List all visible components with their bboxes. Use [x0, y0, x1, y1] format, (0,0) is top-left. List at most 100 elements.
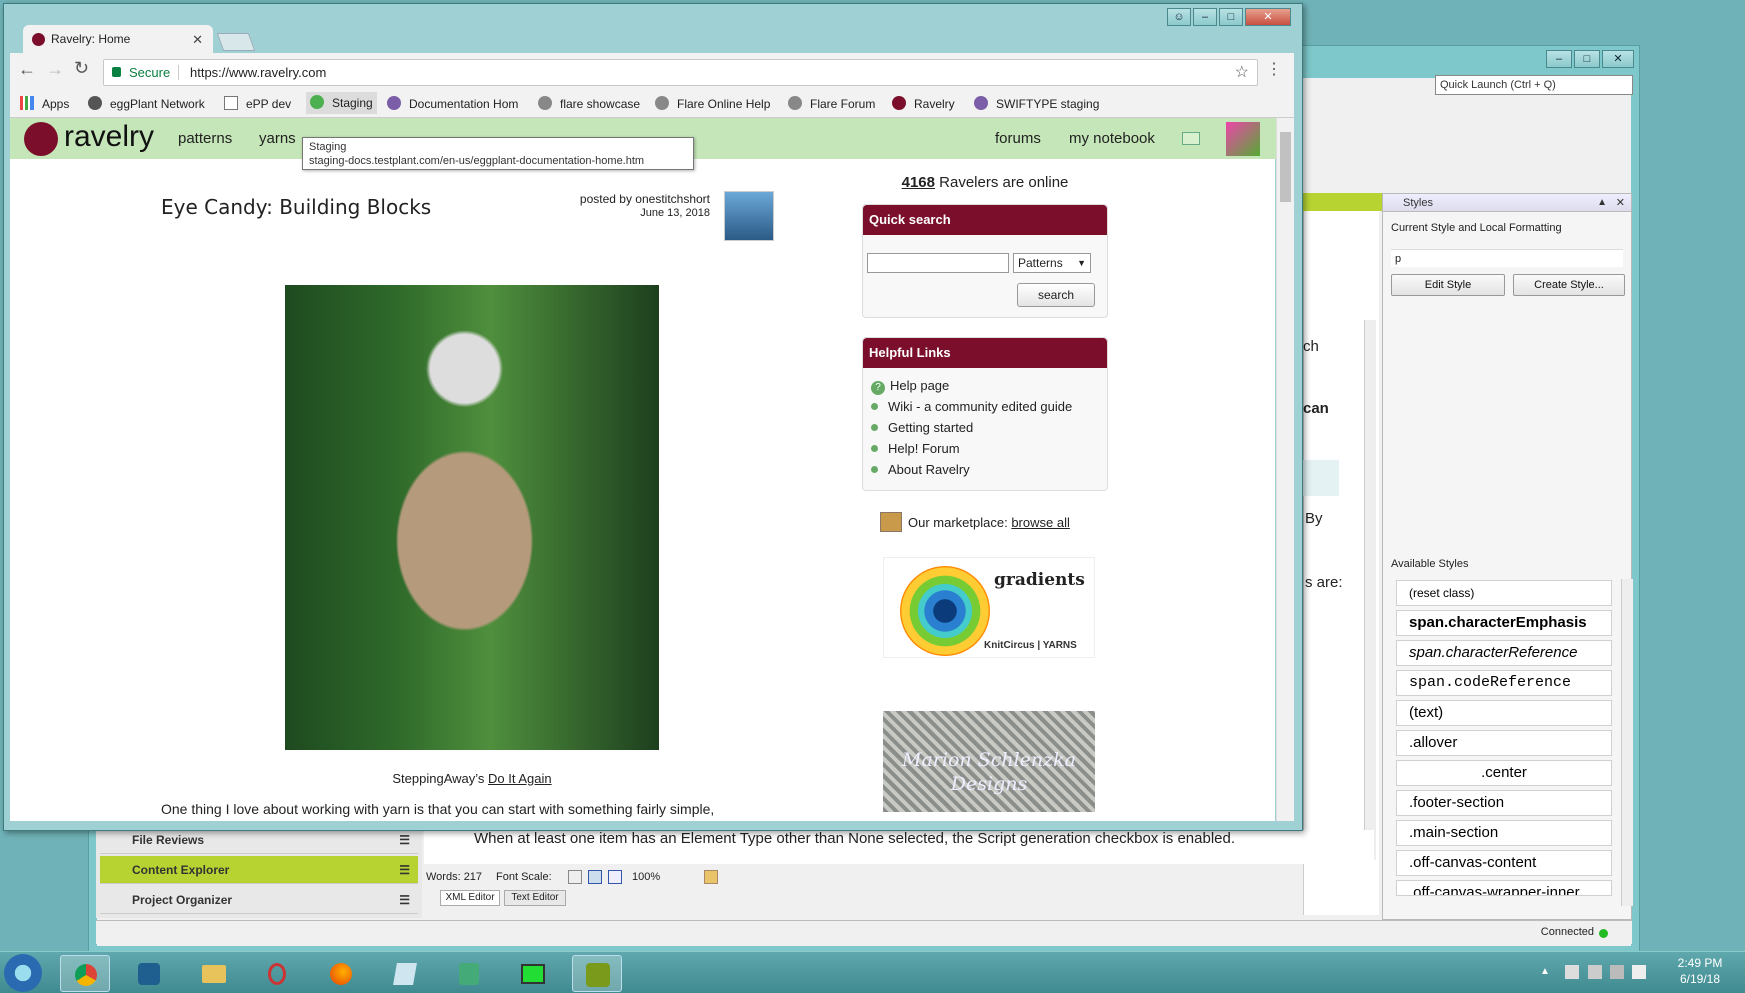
zoom-out-icon[interactable] — [568, 870, 582, 884]
browser-tab[interactable]: Ravelry: Home ✕ — [23, 25, 213, 54]
post-title[interactable]: Eye Candy: Building Blocks — [161, 195, 431, 219]
styles-scrollbar[interactable] — [1621, 579, 1633, 906]
chrome-minimize-button[interactable]: – — [1193, 8, 1217, 26]
chrome-close-button[interactable]: ✕ — [1245, 8, 1291, 26]
clock-time[interactable]: 2:49 PM — [1670, 956, 1730, 970]
chrome-taskbar-icon[interactable] — [60, 955, 110, 992]
nav-forums[interactable]: forums — [995, 130, 1041, 147]
quick-search-input[interactable] — [867, 253, 1009, 273]
caption-link[interactable]: Do It Again — [488, 771, 552, 786]
security-taskbar-icon[interactable] — [444, 955, 494, 992]
network-icon[interactable] — [1610, 965, 1624, 979]
panel-pin-icon[interactable]: ▲ — [1597, 194, 1607, 212]
bookmark-flare-showcase[interactable]: flare showcase — [538, 96, 640, 111]
ad-marion-schlenzka[interactable]: Marion Schlenzka Designs — [883, 711, 1095, 812]
bookmark-apps[interactable]: Apps — [20, 96, 69, 111]
bookmark-eggplant-network[interactable]: eggPlant Network — [88, 96, 205, 111]
menu-icon[interactable]: ☰ — [399, 886, 410, 914]
online-count[interactable]: 4168 — [902, 174, 935, 191]
quick-search-button[interactable]: search — [1017, 283, 1095, 307]
zoom-value[interactable]: 100% — [632, 866, 660, 888]
tray-expand-icon[interactable]: ▲ — [1540, 966, 1550, 977]
flare-minimize-button[interactable]: – — [1546, 50, 1572, 68]
nav-content-explorer[interactable]: Content Explorer ☰ — [100, 856, 418, 884]
flare-taskbar-icon[interactable] — [572, 955, 622, 992]
firefox-taskbar-icon[interactable] — [316, 955, 366, 992]
back-icon[interactable]: ← — [18, 59, 36, 80]
helpful-link-about[interactable]: About Ravelry — [871, 462, 970, 477]
zoom-in-icon[interactable] — [608, 870, 622, 884]
terminal-taskbar-icon[interactable] — [508, 955, 558, 992]
chrome-maximize-button[interactable]: □ — [1219, 8, 1243, 26]
tab-text-editor[interactable]: Text Editor — [504, 890, 566, 906]
omnibox[interactable]: Secure https://www.ravelry.com ☆ — [103, 59, 1258, 86]
clock-date[interactable]: 6/19/18 — [1670, 972, 1730, 986]
bookmark-ravelry[interactable]: Ravelry — [892, 96, 955, 111]
bookmark-star-icon[interactable]: ☆ — [1235, 60, 1249, 85]
reload-icon[interactable]: ↻ — [74, 58, 89, 79]
marketplace-browse-link[interactable]: browse all — [1011, 515, 1070, 530]
nav-project-organizer[interactable]: Project Organizer ☰ — [100, 886, 418, 914]
zoom-reset-icon[interactable] — [588, 870, 602, 884]
style-item[interactable]: .footer-section — [1396, 790, 1612, 816]
style-item[interactable]: (reset class) — [1396, 580, 1612, 606]
url-text[interactable]: https://www.ravelry.com — [190, 60, 326, 85]
style-item[interactable]: .center — [1396, 760, 1612, 786]
bookmark-flare-online-help[interactable]: Flare Online Help — [655, 96, 770, 111]
bookmark-documentation-home[interactable]: Documentation Hom — [387, 96, 518, 111]
helpful-link-help[interactable]: ? Help page — [871, 378, 949, 395]
menu-icon[interactable]: ☰ — [399, 856, 410, 884]
flare-maximize-button[interactable]: □ — [1574, 50, 1600, 68]
nav-yarns[interactable]: yarns — [259, 130, 296, 147]
bookmark-flare-forum[interactable]: Flare Forum — [788, 96, 875, 111]
ad-gradients[interactable]: gradients KnitCircus | YARNS — [883, 557, 1095, 658]
remote-desktop-taskbar-icon[interactable] — [124, 955, 174, 992]
edit-style-button[interactable]: Edit Style — [1391, 274, 1505, 296]
helpful-link-help-forum[interactable]: Help! Forum — [871, 441, 960, 456]
bookmark-epp-dev[interactable]: ePP dev — [224, 96, 291, 111]
style-item[interactable]: .allover — [1396, 730, 1612, 756]
layout-icon[interactable] — [704, 870, 718, 884]
forward-icon[interactable]: → — [46, 59, 64, 80]
flag-icon[interactable] — [1565, 965, 1579, 979]
nav-my-notebook[interactable]: my notebook — [1069, 130, 1155, 147]
scrollbar-thumb[interactable] — [1280, 132, 1291, 202]
helpful-link-wiki[interactable]: Wiki - a community edited guide — [871, 399, 1072, 414]
explorer-taskbar-icon[interactable] — [188, 955, 238, 992]
quick-launch-input[interactable]: Quick Launch (Ctrl + Q) — [1435, 75, 1633, 95]
style-item[interactable]: .main-section — [1396, 820, 1612, 846]
volume-icon[interactable] — [1632, 965, 1646, 979]
bookmark-staging[interactable]: Staging — [306, 92, 377, 114]
style-item[interactable]: span.codeReference — [1396, 670, 1612, 696]
style-item[interactable]: (text) — [1396, 700, 1612, 726]
editor-scrollbar[interactable] — [1364, 320, 1376, 860]
mail-icon[interactable] — [1182, 132, 1200, 145]
ravelry-logo-icon[interactable] — [24, 122, 58, 156]
style-item[interactable]: span.characterReference — [1396, 640, 1612, 666]
style-item[interactable]: span.characterEmphasis — [1396, 610, 1612, 636]
chrome-menu-icon[interactable]: ⋮ — [1266, 59, 1282, 79]
helpful-link-getting-started[interactable]: Getting started — [871, 420, 973, 435]
printer-icon[interactable] — [1588, 965, 1602, 979]
new-tab-button[interactable] — [216, 33, 256, 51]
nav-patterns[interactable]: patterns — [178, 130, 232, 147]
page-scrollbar[interactable] — [1276, 118, 1294, 821]
post-author[interactable]: posted by onestitchshort — [510, 192, 710, 206]
panel-close-icon[interactable]: ✕ — [1616, 194, 1625, 212]
bookmark-swiftype-staging[interactable]: SWIFTYPE staging — [974, 96, 1099, 111]
flare-close-button[interactable]: ✕ — [1602, 50, 1634, 68]
ravelry-logo-text[interactable]: ravelry — [64, 120, 154, 154]
chrome-user-button[interactable]: ☺ — [1167, 8, 1191, 26]
author-avatar[interactable] — [724, 191, 774, 241]
style-item[interactable]: .off-canvas-wrapper-inner — [1396, 880, 1612, 896]
post-image[interactable] — [285, 285, 659, 750]
style-item[interactable]: .off-canvas-content — [1396, 850, 1612, 876]
user-avatar[interactable] — [1226, 122, 1260, 156]
notes-taskbar-icon[interactable] — [380, 955, 430, 992]
create-style-button[interactable]: Create Style... — [1513, 274, 1625, 296]
tab-xml-editor[interactable]: XML Editor — [440, 890, 500, 906]
quick-search-type-select[interactable]: Patterns ▼ — [1013, 253, 1091, 273]
tab-close-icon[interactable]: ✕ — [192, 25, 203, 54]
snipping-tool-taskbar-icon[interactable] — [252, 955, 302, 992]
start-button-icon[interactable] — [4, 954, 42, 992]
